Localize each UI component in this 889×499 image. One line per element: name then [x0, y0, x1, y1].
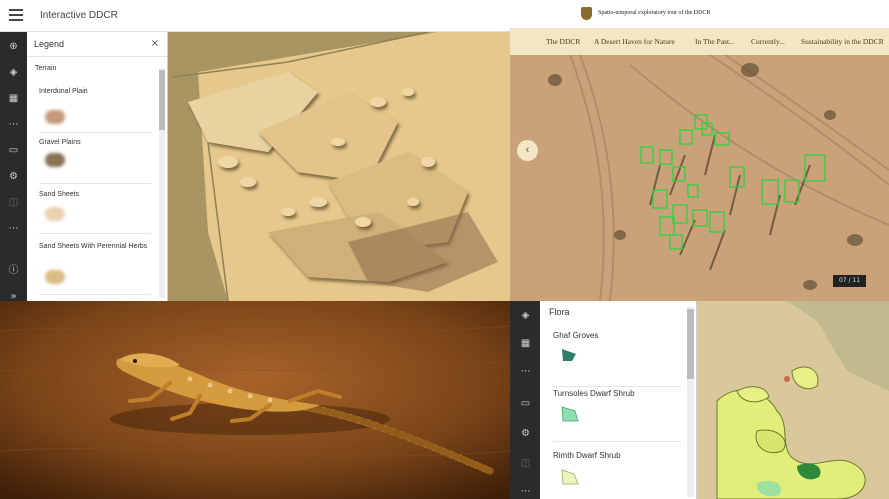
- terrain-map[interactable]: [168, 32, 510, 301]
- layers-icon[interactable]: ◈: [519, 309, 532, 322]
- site-header: Spatio-temporal exploratory tour of the …: [510, 0, 889, 28]
- story-website: Spatio-temporal exploratory tour of the …: [510, 0, 889, 301]
- flora-item-label: Ghaf Groves: [553, 331, 599, 340]
- flora-legend-panel: Flora Ghaf Groves Turnsoles Dwarf Shrub …: [540, 301, 697, 499]
- lizard-photo: [0, 301, 510, 499]
- legend-item-label: Sand Sheets: [39, 191, 80, 198]
- card-icon[interactable]: ▭: [7, 144, 20, 157]
- nav-item-sustainability[interactable]: Sustainability in the DDCR: [801, 37, 884, 46]
- flora-swatch: [561, 469, 579, 485]
- menu-icon[interactable]: [9, 9, 23, 21]
- export-icon[interactable]: ◫: [7, 196, 20, 209]
- more-icon[interactable]: ⋯: [519, 365, 532, 378]
- legend-header: Legend ×: [27, 32, 167, 57]
- flora-item-label: Rimth Dwarf Shrub: [553, 451, 621, 460]
- site-title: Spatio-temporal exploratory tour of the …: [598, 10, 711, 16]
- legend-group-title: Terrain: [35, 65, 57, 72]
- table-icon[interactable]: ▦: [7, 92, 20, 105]
- flora-map-graphic: [697, 301, 889, 499]
- layers-icon[interactable]: ◈: [7, 66, 20, 79]
- screenshot-collage: Interactive DDCR ⊕ ◈ ▦ ⋯ ▭ ⚙ ◫ ⋯ ⓘ » Leg…: [0, 0, 889, 499]
- legend-title: Legend: [34, 39, 65, 49]
- divider: [553, 386, 681, 387]
- nav-item-desert-haven[interactable]: A Desert Haven for Nature: [594, 37, 675, 46]
- flora-map[interactable]: [697, 301, 889, 499]
- legend-item-label: Interdunal Plain: [39, 88, 88, 95]
- more-icon[interactable]: ⋯: [7, 118, 20, 131]
- legend-panel: Legend × Terrain Interdunal Plain Gravel…: [27, 32, 168, 301]
- legend-swatch: [45, 153, 65, 167]
- table-icon[interactable]: ▦: [519, 337, 532, 350]
- flora-title: Flora: [549, 307, 570, 317]
- divider: [39, 183, 151, 184]
- settings-icon[interactable]: ⚙: [7, 170, 20, 183]
- interactive-map-app: Interactive DDCR ⊕ ◈ ▦ ⋯ ▭ ⚙ ◫ ⋯ ⓘ » Leg…: [0, 0, 510, 302]
- nav-item-the-ddcr[interactable]: The DDCR: [546, 37, 580, 46]
- previous-slide-button[interactable]: ‹: [517, 140, 538, 161]
- aerial-photo: ‹ 07 / 11: [510, 55, 889, 301]
- site-nav: The DDCR A Desert Haven for Nature In Th…: [510, 28, 889, 55]
- lizard-photo-graphic: [0, 301, 510, 499]
- legend-swatch: [45, 270, 65, 284]
- flora-swatch: [561, 406, 579, 422]
- settings-icon[interactable]: ⚙: [519, 427, 532, 440]
- crest-logo: [581, 7, 592, 20]
- scrollbar-thumb[interactable]: [159, 70, 165, 130]
- close-icon[interactable]: ×: [151, 38, 159, 49]
- terrain-map-graphic: [168, 32, 510, 301]
- slide-counter: 07 / 11: [833, 275, 866, 287]
- more-icon[interactable]: ⋯: [7, 222, 20, 235]
- tool-rail: ◈ ▦ ⋯ ▭ ⚙ ◫ ⋯: [510, 301, 540, 499]
- tool-rail: ⊕ ◈ ▦ ⋯ ▭ ⚙ ◫ ⋯ ⓘ »: [0, 32, 27, 302]
- aerial-photo-graphic: [510, 55, 889, 301]
- divider: [39, 132, 151, 133]
- flora-item-label: Turnsoles Dwarf Shrub: [553, 389, 635, 398]
- legend-swatch: [45, 207, 65, 221]
- legend-item-label: Sand Sheets With Perennial Herbs: [39, 243, 148, 250]
- export-icon[interactable]: ◫: [519, 457, 532, 470]
- flora-map-app: ◈ ▦ ⋯ ▭ ⚙ ◫ ⋯ Flora Ghaf Groves Turnsole…: [510, 301, 889, 499]
- add-icon[interactable]: ⊕: [7, 40, 20, 53]
- card-icon[interactable]: ▭: [519, 397, 532, 410]
- legend-swatch: [45, 110, 65, 124]
- divider: [553, 441, 681, 442]
- app-title: Interactive DDCR: [40, 10, 118, 21]
- divider: [39, 294, 151, 295]
- legend-item-label: Gravel Plains: [39, 139, 81, 146]
- divider: [39, 233, 151, 234]
- flora-swatch: [562, 349, 576, 361]
- app-header: Interactive DDCR: [0, 0, 510, 32]
- nav-item-currently[interactable]: Currently...: [751, 37, 785, 46]
- scrollbar-thumb[interactable]: [687, 309, 694, 379]
- more-icon[interactable]: ⋯: [519, 485, 532, 498]
- nav-item-in-the-past[interactable]: In The Past...: [695, 37, 735, 46]
- info-icon[interactable]: ⓘ: [7, 264, 20, 277]
